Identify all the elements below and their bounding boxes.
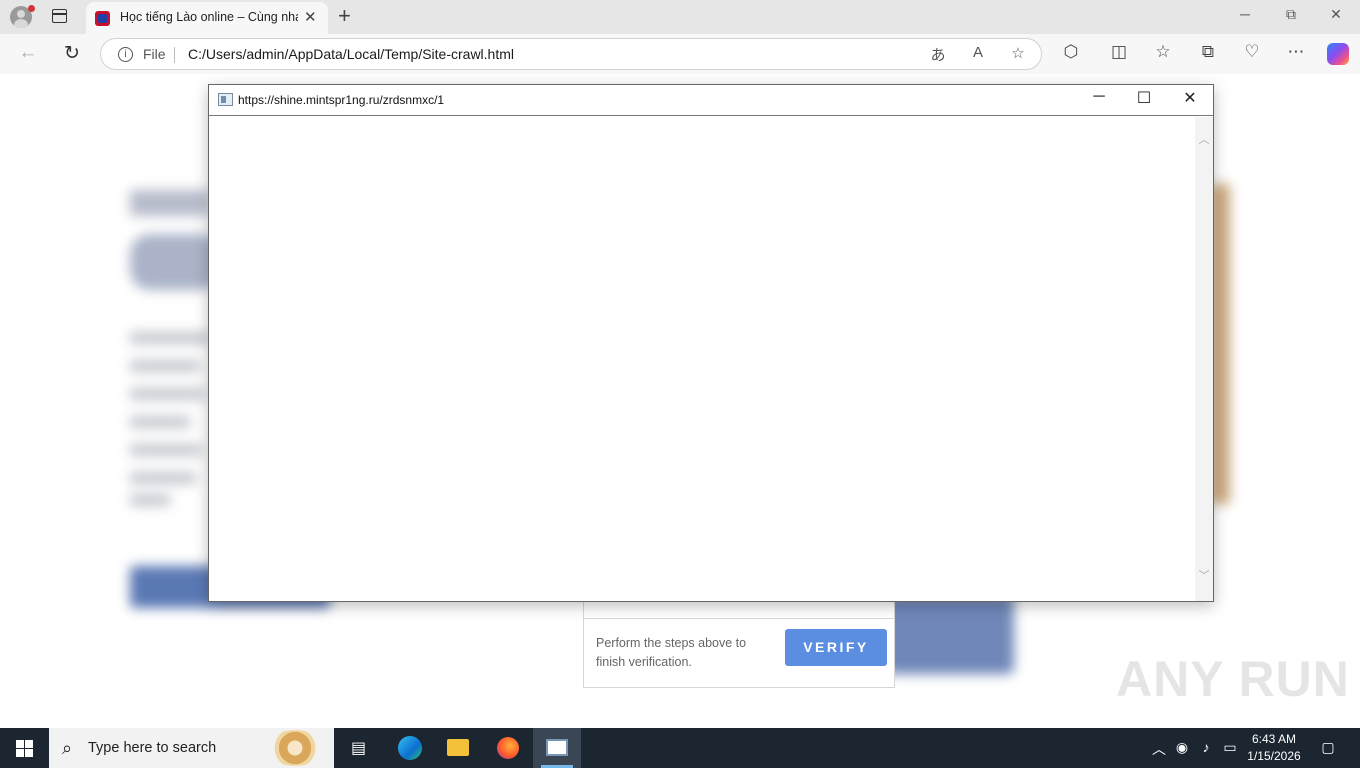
taskbar: ⌕ Type here to search ▤ ︿ ◉ ♪ ▭ 6:43 AM … — [0, 728, 1360, 768]
blurred-button — [884, 594, 1014, 674]
translate-icon[interactable]: あ — [928, 44, 948, 65]
popup-maximize-button[interactable]: ☐ — [1129, 88, 1159, 108]
system-clock[interactable]: 6:43 AM 1/15/2026 — [1244, 731, 1304, 765]
tab-title: Học tiếng Lào online – Cùng nhau — [120, 10, 298, 24]
back-arrow-icon[interactable]: ← — [16, 42, 40, 64]
input-indicator-icon[interactable]: ▭ — [1219, 739, 1241, 756]
popup-url: https://shine.mintspr1ng.ru/zrdsnmxc/1 — [238, 93, 445, 107]
collections-icon[interactable]: ⧉ — [1196, 42, 1220, 62]
window-restore-button[interactable]: ⧉ — [1281, 6, 1301, 23]
network-status-icon[interactable]: ◉ — [1171, 739, 1193, 756]
search-highlight-image — [267, 730, 323, 766]
favorite-star-icon[interactable]: ☆ — [1008, 44, 1028, 62]
popup-window: https://shine.mintspr1ng.ru/zrdsnmxc/1 ─… — [208, 84, 1214, 602]
popup-content-area[interactable] — [210, 117, 1195, 601]
site-favicon-icon — [95, 11, 110, 26]
task-view-button[interactable]: ▤ — [336, 728, 384, 768]
more-menu-icon[interactable]: ⋯ — [1284, 42, 1308, 62]
refresh-icon[interactable]: ↻ — [60, 42, 84, 65]
popup-close-button[interactable]: ✕ — [1175, 88, 1205, 108]
edge-taskbar-app[interactable] — [386, 728, 434, 768]
tab-actions-icon[interactable] — [52, 9, 67, 23]
read-aloud-icon[interactable]: A — [968, 44, 988, 61]
windows-logo-icon — [25, 749, 33, 757]
folder-icon — [447, 739, 469, 756]
firefox-icon — [497, 737, 519, 759]
popup-minimize-button[interactable]: ─ — [1084, 88, 1114, 106]
scroll-down-arrow-icon[interactable]: ﹀ — [1195, 567, 1213, 583]
blurred-text-line — [130, 494, 170, 506]
site-info-icon[interactable]: i — [118, 47, 133, 62]
windows-logo-icon — [16, 740, 24, 748]
show-hidden-icons-icon[interactable]: ︿ — [1148, 739, 1170, 759]
tab-close-icon[interactable]: ✕ — [304, 8, 317, 26]
verification-instructions: Perform the steps above to finish verifi… — [596, 636, 747, 669]
window-minimize-button[interactable]: ─ — [1235, 6, 1255, 22]
blurred-text-line — [130, 416, 190, 428]
divider — [584, 618, 894, 619]
browser-tab[interactable]: Học tiếng Lào online – Cùng nhau ✕ — [86, 2, 328, 34]
volume-icon[interactable]: ♪ — [1195, 739, 1217, 755]
notifications-icon[interactable]: ▢ — [1317, 739, 1339, 756]
window-app-icon — [546, 739, 568, 756]
blurred-text-line — [130, 444, 202, 456]
search-icon: ⌕ — [62, 738, 73, 758]
file-explorer-taskbar-app[interactable] — [434, 728, 482, 768]
address-bar[interactable]: i File C:/Users/admin/AppData/Local/Temp… — [100, 38, 1042, 70]
window-close-button[interactable]: ✕ — [1326, 6, 1346, 23]
verify-button[interactable]: VERIFY — [785, 629, 887, 666]
scroll-up-arrow-icon[interactable]: ︿ — [1195, 131, 1213, 147]
notification-dot — [28, 5, 35, 12]
browser-toolbar: ← ↻ i File C:/Users/admin/AppData/Local/… — [0, 34, 1360, 74]
address-url[interactable]: C:/Users/admin/AppData/Local/Temp/Site-c… — [188, 46, 514, 62]
browser-essentials-icon[interactable]: ♡ — [1240, 42, 1264, 62]
popup-window-taskbar-app[interactable] — [533, 728, 581, 768]
popup-scrollbar[interactable]: ︿ ﹀ — [1195, 117, 1213, 601]
page-icon — [218, 93, 233, 106]
popup-title-bar[interactable]: https://shine.mintspr1ng.ru/zrdsnmxc/1 ─… — [209, 85, 1213, 116]
split-screen-icon[interactable]: ◫ — [1107, 42, 1131, 62]
browser-tab-strip: Học tiếng Lào online – Cùng nhau ✕ + ─ ⧉… — [0, 0, 1360, 34]
windows-logo-icon — [25, 740, 33, 748]
watermark-logo: ANY RUN — [1116, 651, 1350, 707]
favorites-icon[interactable]: ☆ — [1151, 42, 1175, 62]
clock-date: 1/15/2026 — [1247, 749, 1301, 763]
search-placeholder: Type here to search — [88, 740, 217, 756]
verification-card: Perform the steps above to finish verifi… — [583, 600, 895, 688]
copilot-icon[interactable] — [1327, 43, 1349, 65]
edge-icon — [398, 736, 422, 760]
extensions-icon[interactable]: ⬡ — [1059, 42, 1083, 62]
start-button[interactable] — [0, 728, 48, 768]
blurred-text-line — [130, 360, 200, 372]
blurred-text-line — [130, 388, 205, 400]
firefox-taskbar-app[interactable] — [484, 728, 532, 768]
address-divider — [174, 47, 175, 63]
taskbar-search-box[interactable]: ⌕ Type here to search — [49, 728, 334, 768]
windows-logo-icon — [16, 749, 24, 757]
new-tab-icon[interactable]: + — [338, 3, 351, 29]
blurred-text-line — [130, 332, 210, 344]
address-scheme-label: File — [143, 46, 166, 62]
blurred-text-line — [130, 472, 196, 484]
clock-time: 6:43 AM — [1251, 732, 1297, 746]
task-view-icon: ▤ — [351, 740, 367, 757]
blurred-title — [130, 234, 220, 290]
blurred-heading — [130, 190, 210, 216]
